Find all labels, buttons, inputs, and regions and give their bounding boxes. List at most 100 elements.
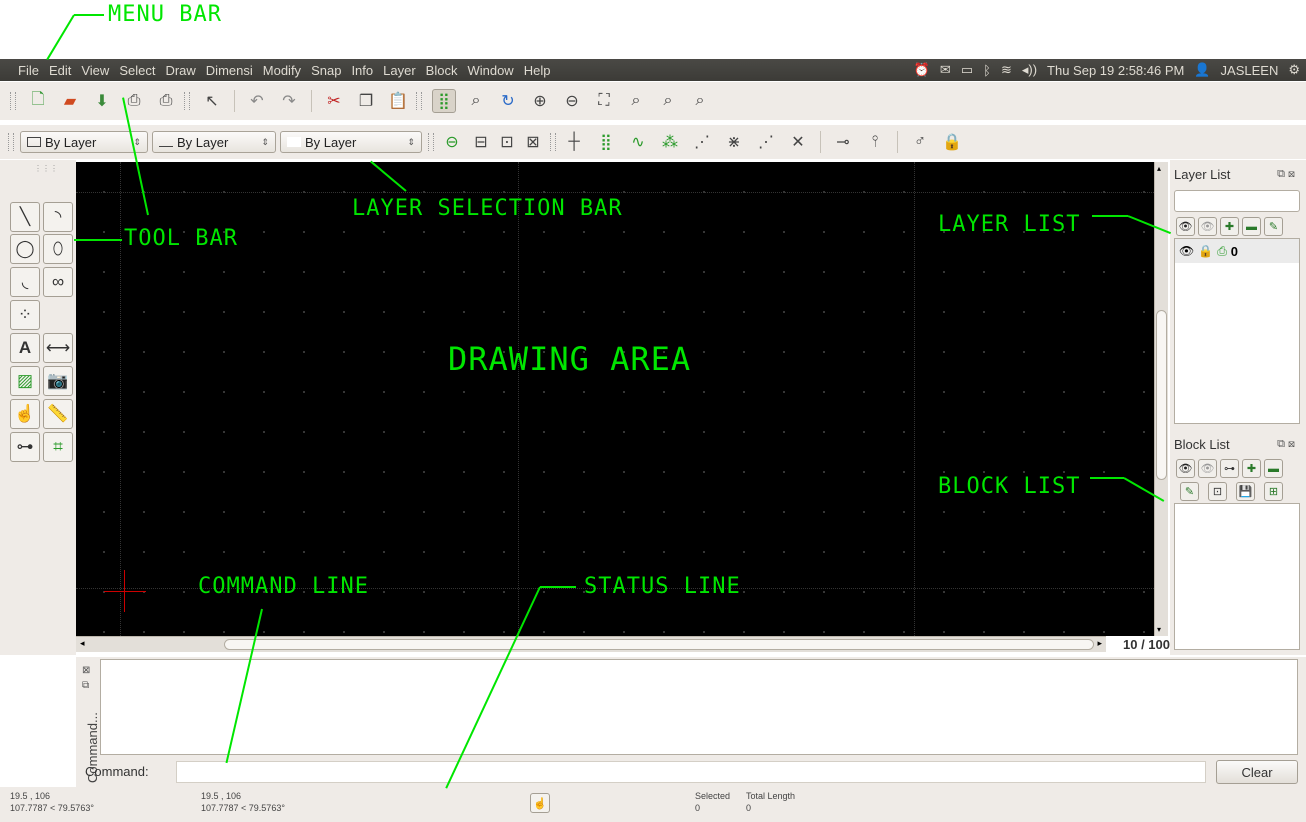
open-folder-icon[interactable]: ▰ — [58, 89, 82, 113]
rename-block-icon[interactable]: ✎ — [1180, 482, 1199, 501]
clear-button[interactable]: Clear — [1216, 760, 1298, 784]
mail-icon[interactable]: ✉ — [940, 62, 951, 78]
measure-tool-icon[interactable]: 📏 — [43, 399, 73, 429]
command-history[interactable] — [100, 659, 1298, 755]
toolbar-grip[interactable] — [428, 133, 434, 151]
snap-on-entity-icon[interactable]: ⁂ — [658, 130, 682, 154]
snap-exclusive-icon[interactable]: ⊖ — [440, 130, 464, 154]
remove-layer-icon[interactable]: ▬ — [1242, 217, 1261, 236]
show-all-layers-icon[interactable]: 👁 — [1176, 217, 1195, 236]
menu-snap[interactable]: Snap — [306, 63, 346, 78]
snap-intersection-icon[interactable]: ✕ — [786, 130, 810, 154]
layer-filter-input[interactable] — [1174, 190, 1300, 212]
zoom-pan-icon[interactable]: ⌕ — [656, 89, 680, 113]
snap-grid-icon[interactable]: ⣿ — [594, 130, 618, 154]
volume-icon[interactable]: ◂)) — [1022, 62, 1037, 78]
create-block-icon[interactable]: ⊶ — [1220, 459, 1239, 478]
image-tool-icon[interactable]: 📷 — [43, 366, 73, 396]
zoom-previous-icon[interactable]: ⌕ — [624, 89, 648, 113]
vertical-scroll-thumb[interactable] — [1156, 310, 1167, 480]
modify-tool-icon[interactable]: ☝ — [10, 399, 40, 429]
dock-close-float-icon[interactable]: ⊠ ⧉ — [82, 663, 90, 693]
save-icon[interactable]: ⬇ — [90, 89, 114, 113]
line-tool-icon[interactable]: ╲ — [10, 202, 40, 232]
wifi-icon[interactable]: ≋ — [1001, 62, 1012, 78]
hatch-tool-icon[interactable]: ▨ — [10, 366, 40, 396]
scroll-up-icon[interactable]: ▴ — [1157, 164, 1161, 173]
zoom-in-icon[interactable]: ⊕ — [528, 89, 552, 113]
horizontal-scroll-thumb[interactable] — [224, 639, 1094, 650]
redo-icon[interactable]: ↷ — [277, 89, 301, 113]
edit-block-icon[interactable]: ⊡ — [1208, 482, 1227, 501]
snap-endpoint-icon[interactable]: ∿ — [626, 130, 650, 154]
snap-distance-icon[interactable]: ⋰ — [754, 130, 778, 154]
menu-edit[interactable]: Edit — [44, 63, 76, 78]
menu-dimension[interactable]: Dimensi — [201, 63, 258, 78]
menu-view[interactable]: View — [76, 63, 114, 78]
palette-grip[interactable]: ⋮⋮⋮ — [34, 164, 58, 173]
zoom-selection-icon[interactable]: ⌕ — [688, 89, 712, 113]
zoom-out-icon[interactable]: ⊖ — [560, 89, 584, 113]
layer-row[interactable]: 👁 🔒 ⎙ 0 — [1175, 239, 1299, 263]
menu-draw[interactable]: Draw — [160, 63, 200, 78]
horizontal-scrollbar[interactable]: ◂ ▸ — [76, 636, 1106, 652]
user-name[interactable]: JASLEEN — [1221, 63, 1279, 78]
dock-float-close-icon[interactable]: ⧉⊠ — [1277, 438, 1298, 451]
block-tool-icon[interactable]: ⊶ — [10, 432, 40, 462]
linewidth-combo[interactable]: By Layer ⇕ — [280, 131, 422, 153]
cut-icon[interactable]: ✂ — [322, 89, 346, 113]
snap-middle-icon[interactable]: ⋇ — [722, 130, 746, 154]
hide-all-blocks-icon[interactable]: 👁 — [1198, 459, 1217, 478]
vertical-scrollbar[interactable]: ▴ ▾ — [1154, 162, 1168, 636]
settings-icon[interactable]: ⚙ — [1288, 62, 1300, 78]
snap-restrict-icon[interactable]: ⊡ — [495, 130, 519, 154]
show-all-blocks-icon[interactable]: 👁 — [1176, 459, 1195, 478]
menu-info[interactable]: Info — [346, 63, 378, 78]
menu-block[interactable]: Block — [421, 63, 463, 78]
hide-all-layers-icon[interactable]: 👁 — [1198, 217, 1217, 236]
text-tool-icon[interactable]: A — [10, 333, 40, 363]
lock-icon[interactable]: 🔒 — [1198, 244, 1213, 258]
menu-file[interactable]: File — [0, 63, 44, 78]
printer-icon[interactable]: ⎙ — [1217, 244, 1227, 259]
lock-relative-zero-icon[interactable]: 🔒 — [940, 130, 964, 154]
toolbar-grip[interactable] — [550, 133, 556, 151]
menu-window[interactable]: Window — [462, 63, 518, 78]
save-block-icon[interactable]: 💾 — [1236, 482, 1255, 501]
ellipse-tool-icon[interactable]: ⬯ — [43, 234, 73, 264]
undo-icon[interactable]: ↶ — [245, 89, 269, 113]
spline-tool-icon[interactable]: ∞ — [43, 267, 73, 297]
new-file-icon[interactable]: 🗋 — [26, 89, 50, 113]
menu-select[interactable]: Select — [114, 63, 160, 78]
scroll-left-icon[interactable]: ◂ — [80, 638, 85, 649]
paste-icon[interactable]: 📋 — [386, 89, 410, 113]
color-combo[interactable]: By Layer ⇕ — [20, 131, 148, 153]
toolbar-grip[interactable] — [8, 133, 14, 151]
snap-free-icon[interactable]: ⊟ — [469, 130, 493, 154]
battery-icon[interactable]: ▭ — [961, 62, 973, 78]
eye-icon[interactable]: 👁 — [1179, 244, 1194, 258]
redraw-icon[interactable]: ↻ — [496, 89, 520, 113]
point-tool-icon[interactable]: ⁘ — [10, 300, 40, 330]
snap-free-cross-icon[interactable]: ┼ — [562, 130, 586, 154]
print-preview-icon[interactable]: ⎙ — [154, 89, 178, 113]
toolbar-grip[interactable] — [184, 92, 190, 110]
polyline-tool-icon[interactable]: ◟ — [10, 267, 40, 297]
restrict-horizontal-icon[interactable]: ⊸ — [831, 130, 855, 154]
bluetooth-icon[interactable]: ᛒ — [983, 63, 991, 78]
copy-icon[interactable]: ❐ — [354, 89, 378, 113]
zoom-auto-icon[interactable]: ⛶ — [592, 89, 616, 113]
edit-layer-icon[interactable]: ✎ — [1264, 217, 1283, 236]
dock-float-close-icon[interactable]: ⧉⊠ — [1277, 168, 1298, 181]
alarm-icon[interactable]: ⏰ — [914, 62, 930, 78]
insert-block-icon[interactable]: ⊞ — [1264, 482, 1283, 501]
snap-clear-icon[interactable]: ⊠ — [521, 130, 545, 154]
command-input[interactable] — [176, 761, 1206, 783]
menu-modify[interactable]: Modify — [258, 63, 306, 78]
linetype-combo[interactable]: By Layer ⇕ — [152, 131, 276, 153]
scroll-right-icon[interactable]: ▸ — [1097, 638, 1102, 649]
toolbar-grip[interactable] — [10, 92, 16, 110]
restrict-vertical-icon[interactable]: ⫯ — [863, 130, 887, 154]
zoom-window-icon[interactable]: ⌕ — [464, 89, 488, 113]
mouse-hint-icon[interactable]: ☝ — [530, 793, 550, 813]
